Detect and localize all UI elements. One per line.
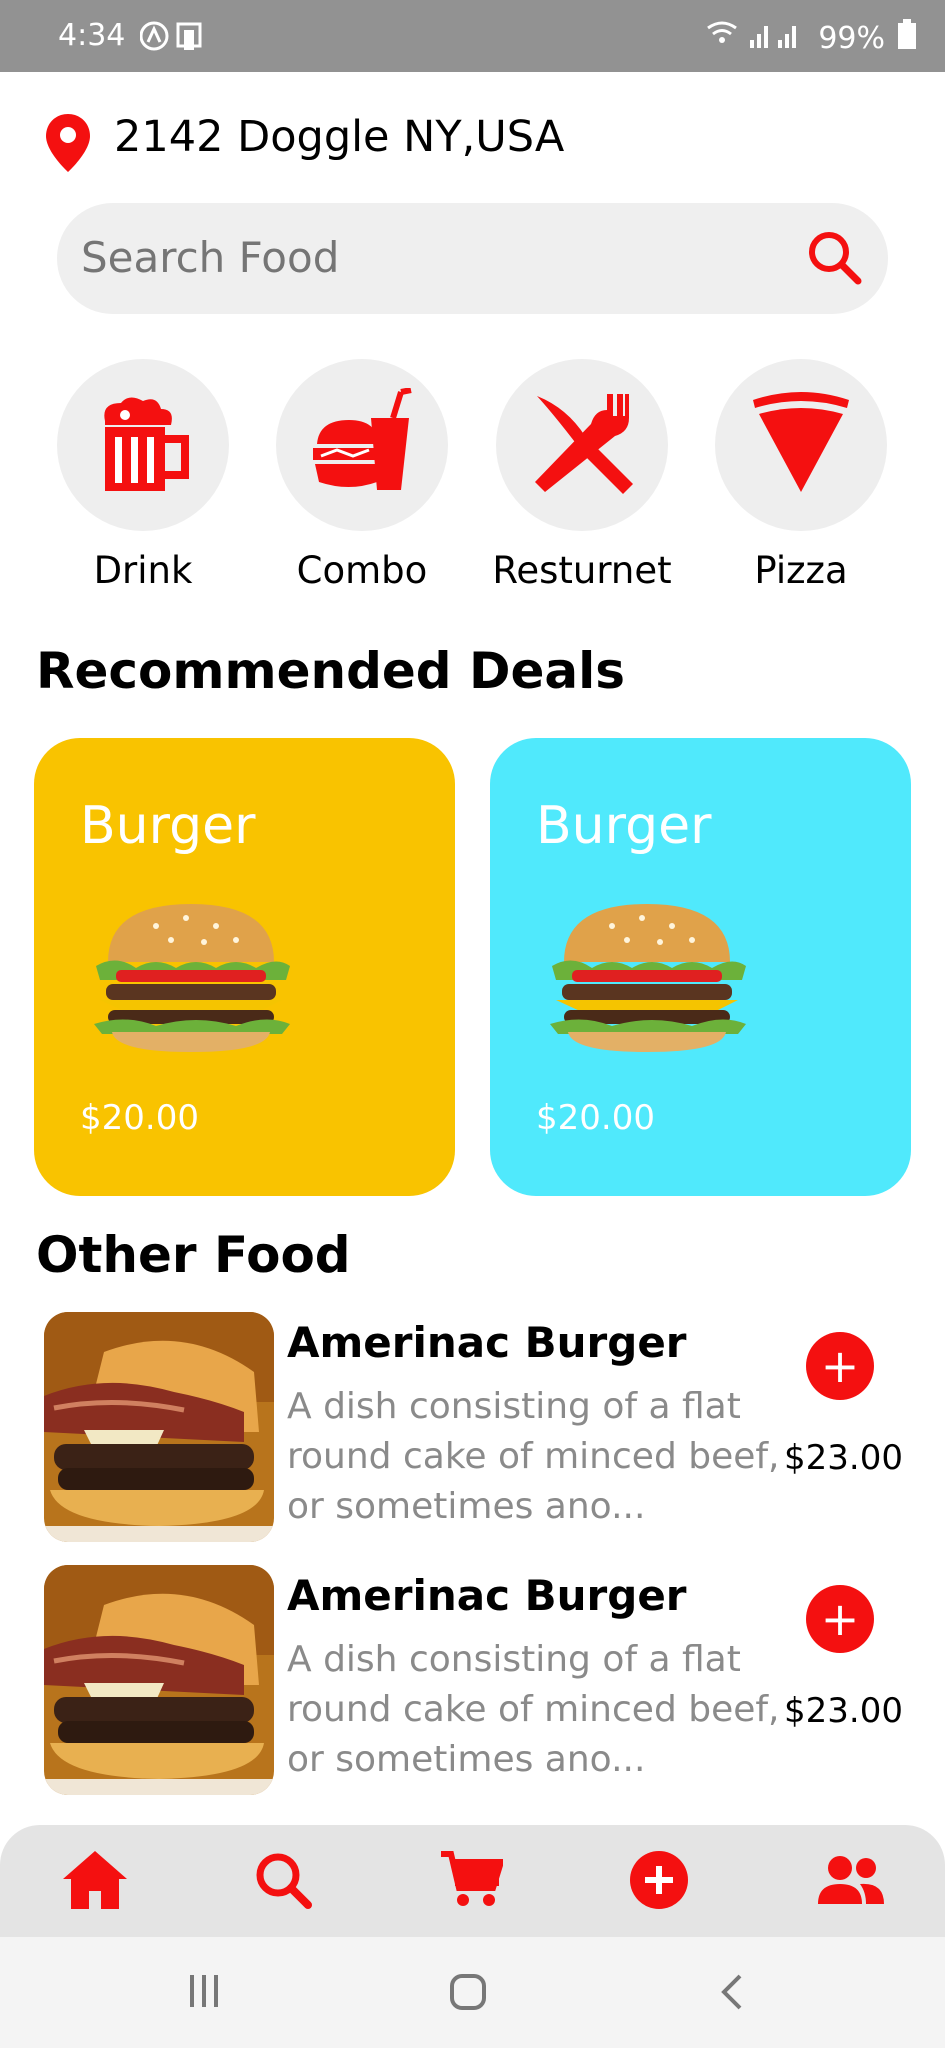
location-address[interactable]: 2142 Doggle NY,USA <box>114 112 564 162</box>
category-label: Pizza <box>754 549 848 592</box>
add-to-cart-button[interactable]: + <box>806 1332 874 1400</box>
system-nav-bar <box>0 1937 945 2048</box>
burger-image <box>86 896 296 1060</box>
food-name: Amerinac Burger <box>287 1318 687 1367</box>
nav-users[interactable] <box>816 1847 886 1917</box>
deal-title: Burger <box>80 796 256 856</box>
deal-price: $20.00 <box>536 1098 655 1138</box>
plus-icon: + <box>820 1592 860 1646</box>
category-label: Drink <box>93 549 193 592</box>
food-list-item[interactable]: Amerinac Burger A dish consisting of a f… <box>44 1565 924 1795</box>
deal-card[interactable]: Burger $20.00 <box>34 738 455 1196</box>
status-right: 99% <box>706 18 917 58</box>
category-circle[interactable] <box>57 359 229 531</box>
food-image <box>44 1565 274 1795</box>
location-pin-icon <box>44 112 92 178</box>
category-drink[interactable]: Drink <box>57 359 229 593</box>
search-bar[interactable] <box>57 203 888 314</box>
deal-card[interactable]: Burger $20.00 <box>490 738 911 1196</box>
burger-image <box>542 896 752 1060</box>
add-to-cart-button[interactable]: + <box>806 1585 874 1653</box>
home-button-icon[interactable] <box>449 1973 487 2015</box>
wifi-signal-icon <box>706 18 806 58</box>
recent-apps-icon[interactable] <box>186 1973 222 2013</box>
home-icon <box>61 1849 129 1915</box>
category-resturnet[interactable]: Resturnet <box>492 359 672 593</box>
food-description: A dish consisting of a flat round cake o… <box>287 1639 780 1780</box>
pizza-slice-icon <box>751 388 851 502</box>
food-name: Amerinac Burger <box>287 1571 687 1620</box>
category-label: Combo <box>296 549 428 592</box>
search-icon[interactable] <box>802 225 866 293</box>
add-circle-icon <box>629 1850 689 1914</box>
burger-drink-combo-icon <box>307 387 417 502</box>
food-price: $23.00 <box>784 1438 903 1478</box>
category-circle[interactable] <box>715 359 887 531</box>
back-icon[interactable] <box>718 1973 748 2015</box>
category-label: Resturnet <box>492 549 672 592</box>
nav-cart[interactable] <box>436 1847 506 1917</box>
bottom-nav <box>0 1825 945 1937</box>
search-icon <box>252 1849 314 1915</box>
category-circle[interactable] <box>276 359 448 531</box>
battery-icon <box>897 19 917 57</box>
status-bar: 4:34 99% <box>0 0 945 72</box>
users-icon <box>816 1854 886 1910</box>
food-list-item[interactable]: Amerinac Burger A dish consisting of a f… <box>44 1312 924 1542</box>
recommended-deals-heading: Recommended Deals <box>36 642 626 700</box>
search-input[interactable] <box>81 233 781 282</box>
plus-icon: + <box>820 1339 860 1393</box>
category-circle[interactable] <box>496 359 668 531</box>
battery-percent: 99% <box>818 20 885 56</box>
food-description: A dish consisting of a flat round cake o… <box>287 1386 780 1527</box>
status-time: 4:34 <box>58 18 126 53</box>
status-notification-icons <box>139 20 210 56</box>
deal-price: $20.00 <box>80 1098 199 1138</box>
beer-mug-icon <box>95 393 191 497</box>
other-food-heading: Other Food <box>36 1226 351 1284</box>
cart-icon <box>439 1850 506 1914</box>
food-price: $23.00 <box>784 1691 903 1731</box>
deal-title: Burger <box>536 796 712 856</box>
nav-home[interactable] <box>60 1847 130 1917</box>
category-pizza[interactable]: Pizza <box>715 359 887 593</box>
fork-knife-icon <box>527 388 637 502</box>
food-image <box>44 1312 274 1542</box>
nav-add[interactable] <box>624 1847 694 1917</box>
nav-search[interactable] <box>248 1847 318 1917</box>
category-combo[interactable]: Combo <box>276 359 448 593</box>
